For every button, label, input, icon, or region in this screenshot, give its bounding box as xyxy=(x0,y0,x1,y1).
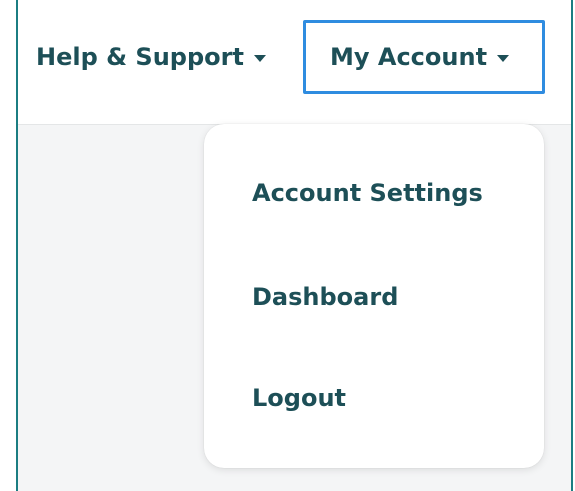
my-account-menu-button[interactable]: My Account xyxy=(303,20,545,94)
caret-down-icon xyxy=(253,54,266,62)
account-dropdown-menu: Account Settings Dashboard Logout xyxy=(204,124,544,468)
app-frame: Help & Support My Account Account Settin… xyxy=(16,0,573,491)
my-account-label: My Account xyxy=(330,43,488,71)
menu-item-logout[interactable]: Logout xyxy=(252,384,346,412)
help-support-menu-button[interactable]: Help & Support xyxy=(36,20,266,94)
caret-down-icon xyxy=(497,54,510,62)
top-nav-bar: Help & Support My Account xyxy=(18,0,571,125)
menu-item-account-settings[interactable]: Account Settings xyxy=(252,179,483,207)
help-support-label: Help & Support xyxy=(36,43,244,71)
menu-item-dashboard[interactable]: Dashboard xyxy=(252,283,398,311)
